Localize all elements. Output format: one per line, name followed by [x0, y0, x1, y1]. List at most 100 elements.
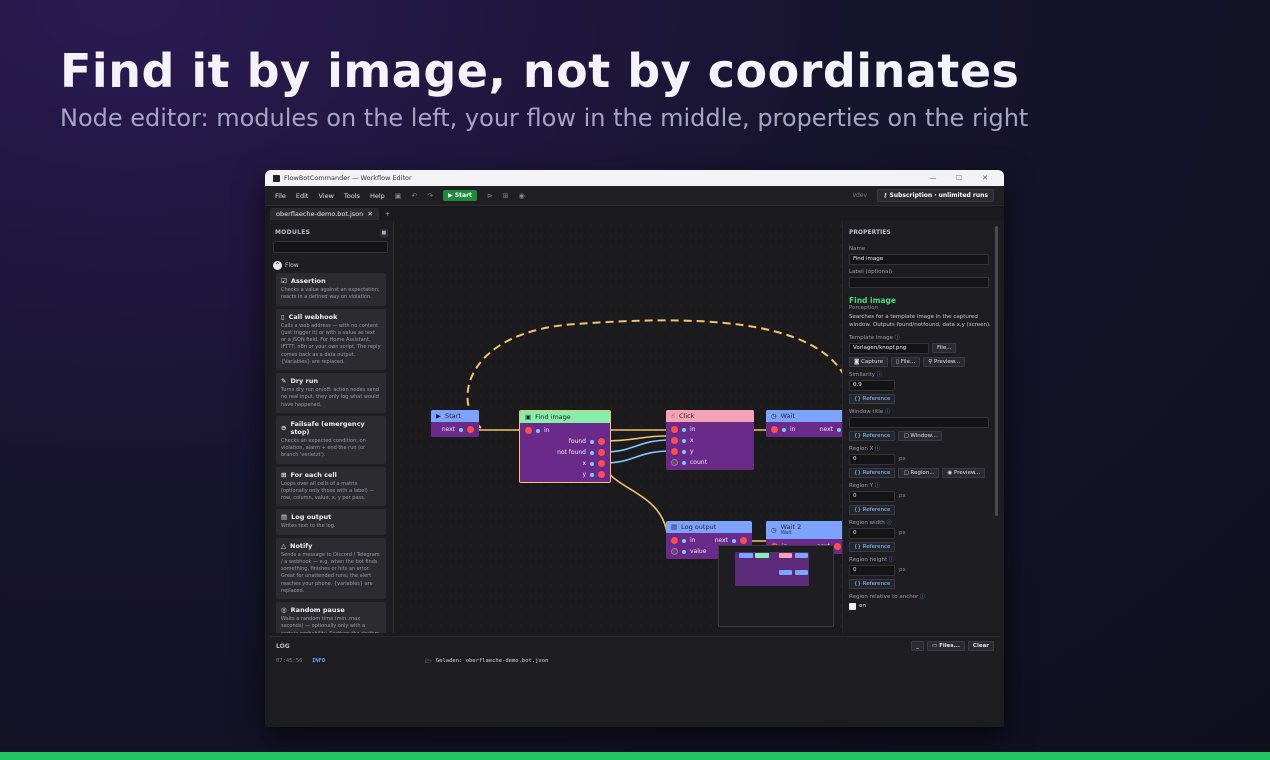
modules-header: MODULES ■	[270, 221, 393, 241]
preview-button[interactable]: ⚲ Preview...	[923, 356, 966, 367]
maximize-icon[interactable]: ☐	[948, 174, 970, 182]
window-title-input[interactable]	[849, 416, 989, 428]
info-icon[interactable]: ⓘ	[920, 594, 925, 600]
menu-help[interactable]: Help	[370, 192, 385, 200]
module-item[interactable]: ▯ Call webhook Calls a web address — with …	[276, 308, 386, 370]
close-icon[interactable]: ✕	[974, 174, 996, 182]
reference-label: Reference	[862, 432, 891, 439]
module-title-label: Assertion	[290, 277, 326, 285]
grid-icon[interactable]: ⊞	[503, 192, 509, 200]
port-found[interactable]: found	[520, 436, 610, 447]
title-bar: FlowBotCommander — Workflow Editor — ☐ ✕	[265, 170, 1004, 186]
undo-icon[interactable]: ↶	[411, 192, 417, 200]
file-button[interactable]: ▯ File...	[890, 356, 921, 367]
region-width-input[interactable]: 0	[849, 527, 895, 539]
node-click[interactable]: ☝ Click in x y count	[666, 410, 754, 470]
port-not-found[interactable]: not found	[520, 447, 610, 458]
region-width-reference-button[interactable]: {} Reference	[849, 541, 896, 552]
anchor-checkbox-row[interactable]: on	[849, 602, 994, 610]
module-item[interactable]: ▤ Log output Writes text to the log.	[276, 509, 386, 535]
region-x-input[interactable]: 0	[849, 453, 895, 465]
collapse-icon[interactable]: ^	[273, 261, 282, 270]
modules-menu-icon[interactable]: ■	[380, 229, 388, 237]
info-icon[interactable]: ⓘ	[895, 335, 900, 341]
port-y[interactable]: y	[520, 469, 610, 480]
template-row: Vorlagen/knopf.png File...	[849, 341, 994, 354]
redo-icon[interactable]: ↷	[427, 192, 433, 200]
node-description: Searches for a template image in the cap…	[849, 314, 991, 328]
template-actions: ◙ Capture ▯ File... ⚲ Preview...	[849, 356, 994, 367]
node-click-body: in x y count	[666, 422, 754, 470]
info-icon[interactable]: ⓘ	[877, 372, 882, 378]
node-wait-2-titles: Wait 2 Wait	[781, 523, 802, 537]
port-in[interactable]: in	[520, 425, 610, 436]
region-y-input[interactable]: 0	[849, 490, 895, 502]
save-icon[interactable]: ▣	[395, 192, 402, 200]
module-item[interactable]: △ Notify Sends a message to Discord / Tele…	[276, 537, 386, 599]
window-reference-button[interactable]: {} Reference	[849, 430, 896, 441]
port-in[interactable]: in	[666, 424, 754, 435]
region-preview-button[interactable]: ◉ Preview...	[942, 467, 986, 478]
anchor-checkbox[interactable]	[849, 602, 856, 610]
menu-file[interactable]: File	[275, 192, 286, 200]
log-line: 07:45:56 INFO 🗁 Geladen: oberflaeche-dem…	[276, 658, 994, 667]
module-item[interactable]: ✎ Dry run Turns dry run on/off: action nod…	[276, 373, 386, 413]
region-pick-button[interactable]: ▢ Region...	[898, 467, 940, 478]
log-files-button[interactable]: ▭ Files...	[926, 641, 965, 651]
info-icon[interactable]: ⓘ	[885, 409, 890, 415]
port-next[interactable]: next	[431, 424, 479, 435]
module-description: Sends a message to Discord / Telegram / …	[281, 551, 380, 594]
subscription-button[interactable]: ⚷ Subscription · unlimited runs	[877, 189, 994, 202]
minimize-icon[interactable]: —	[922, 174, 944, 182]
port-x[interactable]: x	[666, 435, 754, 446]
port-label: value	[690, 548, 707, 555]
log-clear-button[interactable]: Clear	[967, 641, 994, 651]
node-category: Perception	[849, 305, 879, 311]
menu-tools[interactable]: Tools	[344, 192, 360, 200]
module-item[interactable]: ☑ Assertion Checks a value against an expe…	[276, 273, 386, 306]
module-item[interactable]: ◎ Random pause Waits a random time (min..m…	[276, 602, 386, 633]
region-y-reference-button[interactable]: {} Reference	[849, 504, 896, 515]
module-item[interactable]: ⊖ Failsafe (emergency stop) Checks an expe…	[276, 415, 386, 464]
region-height-input[interactable]: 0	[849, 564, 895, 576]
minimap[interactable]	[718, 545, 834, 627]
name-input[interactable]: Find image	[849, 254, 989, 265]
start-button[interactable]: ▶ Start	[443, 190, 477, 201]
step-icon[interactable]: ⊳	[487, 192, 493, 200]
node-find-image[interactable]: ▣ Find image in found not found x y	[519, 410, 611, 483]
similarity-input[interactable]: 0.9	[849, 379, 895, 391]
properties-scrollbar[interactable]	[995, 226, 998, 516]
menu-view[interactable]: View	[318, 192, 333, 200]
port-y[interactable]: y	[666, 446, 754, 457]
template-input[interactable]: Vorlagen/knopf.png	[849, 342, 929, 354]
node-wait[interactable]: ◷ Wait in next	[766, 410, 842, 437]
region-height-reference-button[interactable]: {} Reference	[849, 578, 896, 589]
hero-subtitle: Node editor: modules on the left, your f…	[60, 104, 1029, 132]
port-count[interactable]: count	[666, 457, 754, 468]
template-file-button[interactable]: File...	[932, 343, 957, 354]
menu-edit[interactable]: Edit	[296, 192, 309, 200]
modules-search-input[interactable]	[273, 241, 388, 253]
similarity-reference-button[interactable]: {} Reference	[849, 393, 896, 404]
eye-icon[interactable]: ◉	[519, 192, 525, 200]
capture-button[interactable]: ◙ Capture	[849, 356, 888, 367]
tab-close-icon[interactable]: ✕	[367, 210, 372, 218]
port-x[interactable]: x	[520, 458, 610, 469]
add-tab-button[interactable]: +	[379, 208, 396, 220]
region-y-label: Region Y ⓘ	[849, 482, 994, 489]
region-x-reference-button[interactable]: {} Reference	[849, 467, 896, 478]
flow-canvas[interactable]: ▶ Start next ▣ Find image in found not f…	[396, 221, 842, 634]
window-pick-button[interactable]: ▢ Window...	[898, 430, 942, 441]
region-height-label: Region height ⓘ	[849, 556, 994, 563]
exec-port-icon[interactable]	[467, 426, 474, 433]
port-in-next[interactable]: in next	[766, 424, 842, 435]
start-button-label: Start	[454, 192, 472, 199]
module-group-flow[interactable]: ^ Flow	[270, 259, 393, 273]
node-start[interactable]: ▶ Start next	[431, 410, 479, 437]
label-input[interactable]	[849, 277, 989, 288]
log-level: INFO	[312, 658, 326, 664]
file-label: File...	[900, 358, 916, 365]
log-collapse-button[interactable]: _	[911, 641, 924, 651]
module-item[interactable]: ⊞ For each cell Loops over all cells of a …	[276, 466, 386, 507]
tab-active-file[interactable]: oberflaeche-demo.bot.json ✕	[270, 208, 379, 220]
